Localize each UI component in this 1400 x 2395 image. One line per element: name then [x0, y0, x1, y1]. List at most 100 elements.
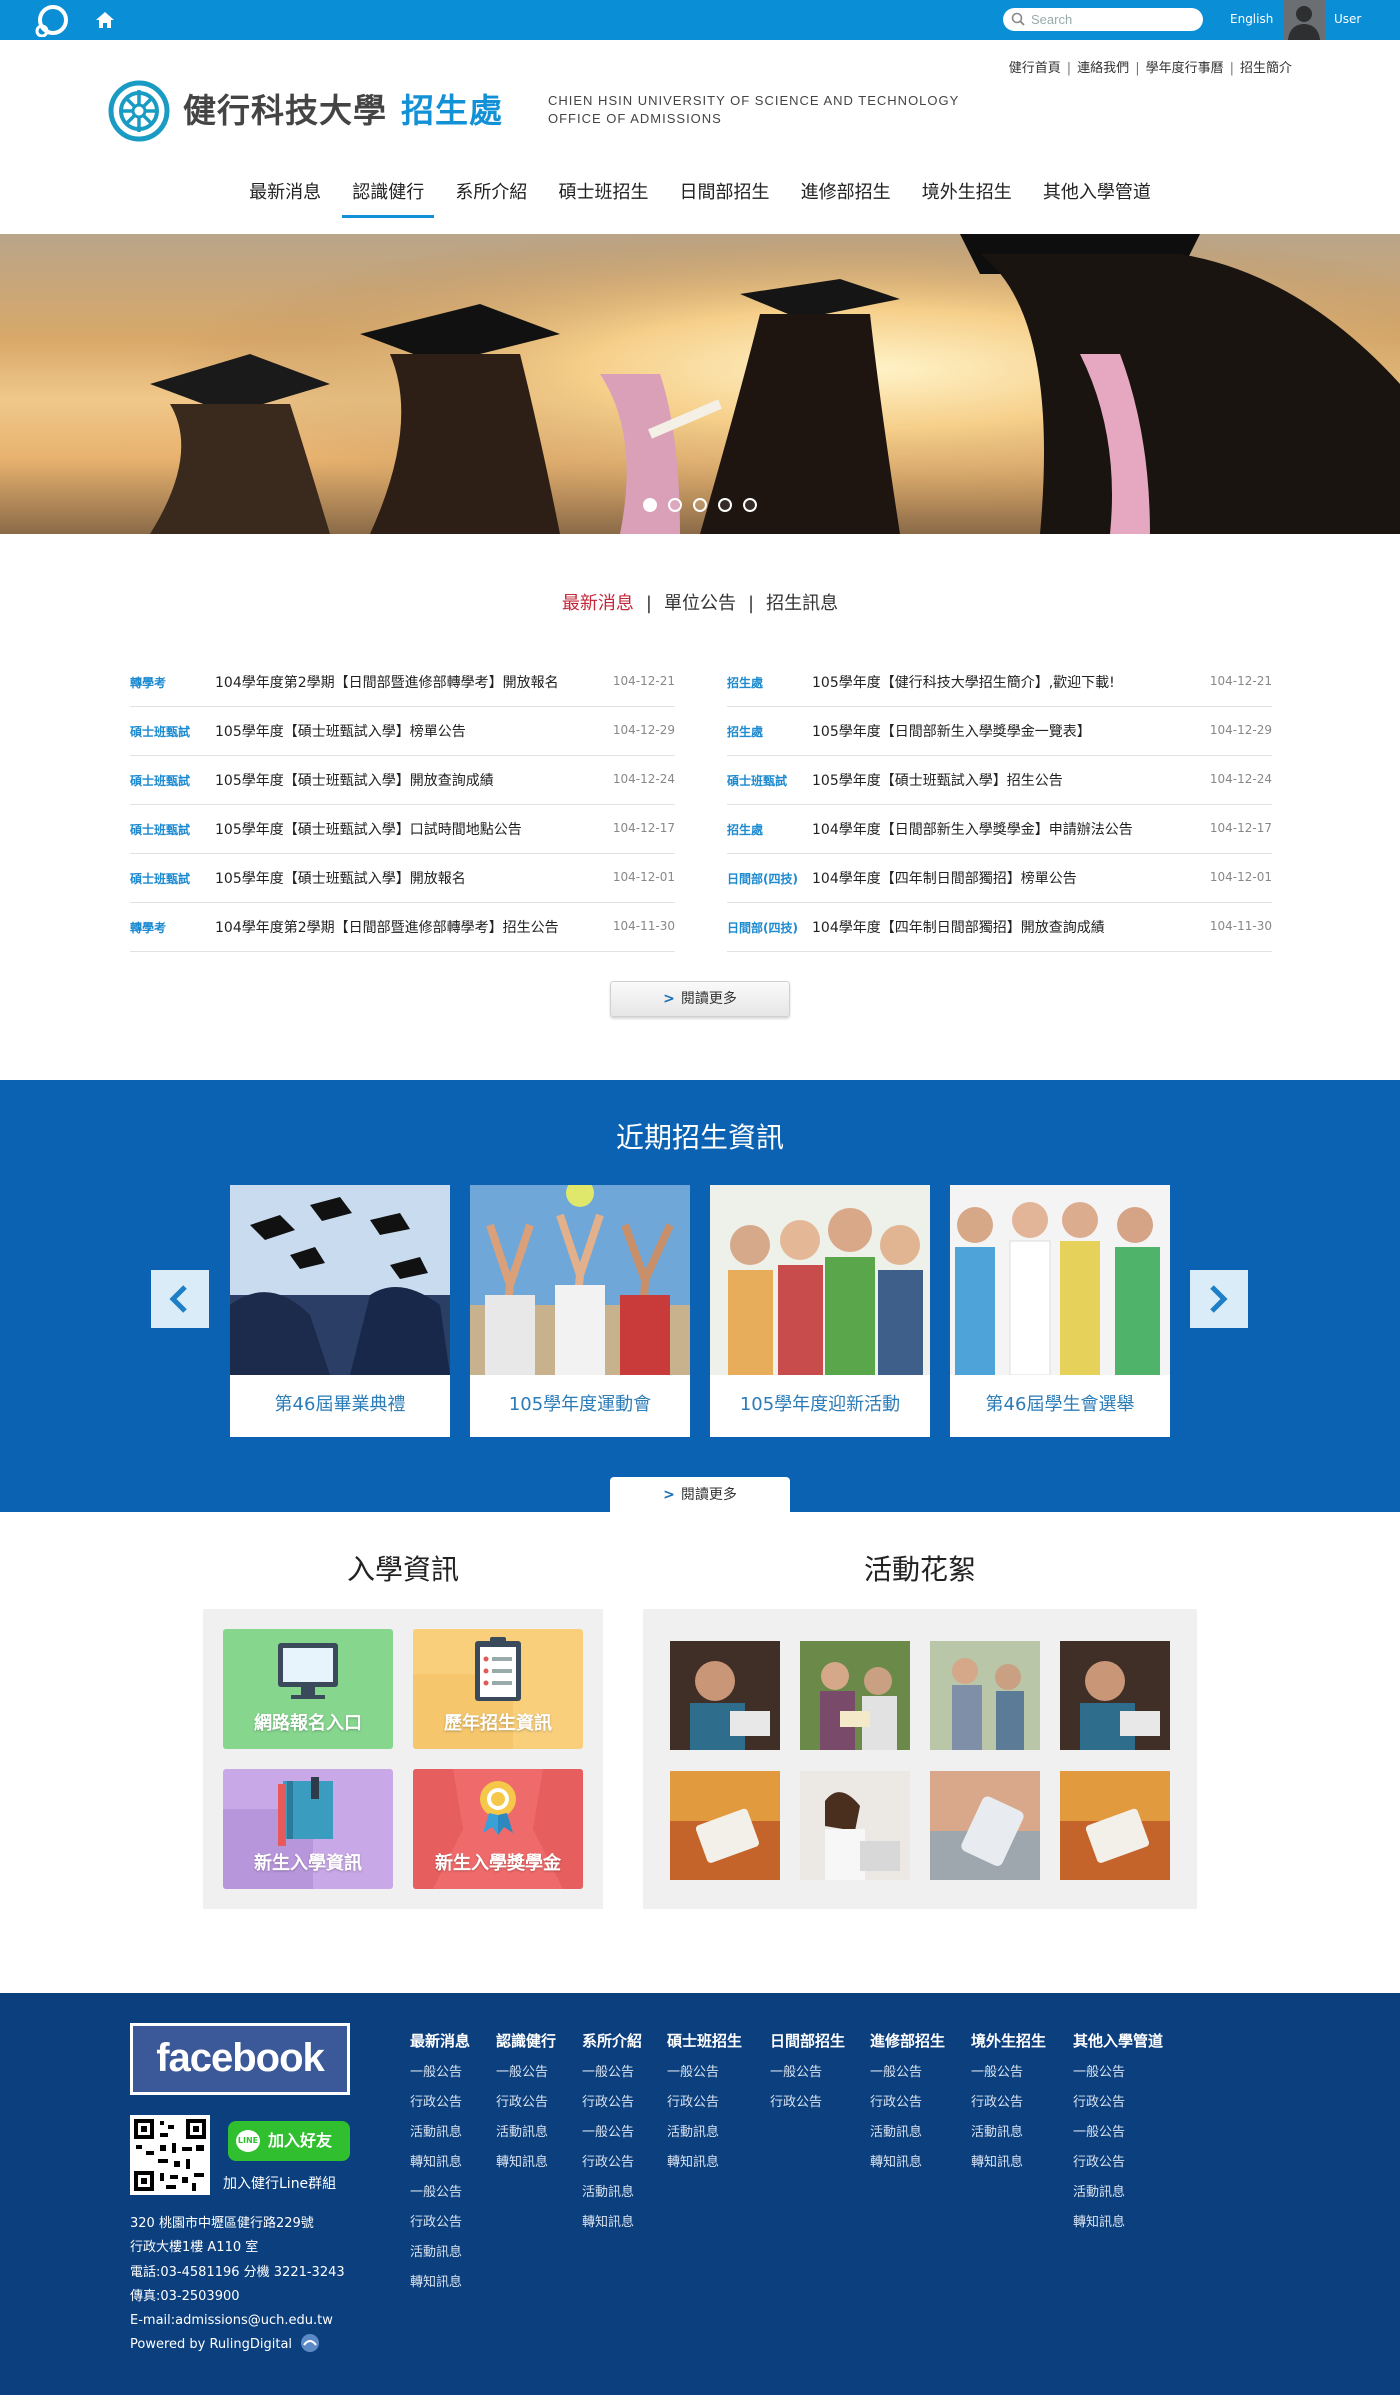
slider-dot[interactable] [668, 498, 682, 512]
news-category[interactable]: 日間部(四技) [727, 870, 798, 887]
footer-col-heading[interactable]: 最新消息 [410, 2030, 470, 2051]
news-item[interactable]: 招生處 105學年度【健行科技大學招生簡介】,歡迎下載! 104-12-21 [727, 658, 1272, 707]
footer-link[interactable]: 一般公告 [582, 2061, 642, 2091]
news-category[interactable]: 日間部(四技) [727, 919, 798, 936]
news-title[interactable]: 105學年度【碩士班甄試入學】招生公告 [812, 770, 1063, 790]
footer-link[interactable]: 活動訊息 [971, 2121, 1046, 2151]
footer-link[interactable]: 轉知訊息 [582, 2211, 642, 2241]
footer-link[interactable]: 一般公告 [1073, 2061, 1163, 2091]
slider-dot[interactable] [693, 498, 707, 512]
gallery-thumbnail[interactable] [1060, 1771, 1170, 1880]
facebook-link[interactable]: facebook [130, 2023, 350, 2095]
utility-link-brochure[interactable]: 招生簡介 [1240, 61, 1292, 76]
tab-latest-news[interactable]: 最新消息 [562, 593, 634, 614]
footer-col-heading[interactable]: 認識健行 [496, 2030, 556, 2051]
footer-link[interactable]: 一般公告 [870, 2061, 945, 2091]
footer-link[interactable]: 一般公告 [1073, 2121, 1163, 2151]
online-registration-tile[interactable]: 網路報名入口 [223, 1629, 393, 1749]
footer-link[interactable]: 行政公告 [1073, 2091, 1163, 2121]
footer-link[interactable]: 行政公告 [582, 2151, 642, 2181]
nav-master-admissions[interactable]: 碩士班招生 [558, 178, 648, 218]
footer-link[interactable]: 一般公告 [410, 2181, 470, 2211]
footer-link[interactable]: 一般公告 [496, 2061, 556, 2091]
scholarship-tile[interactable]: 新生入學獎學金 [413, 1769, 583, 1889]
footer-link[interactable]: 行政公告 [667, 2091, 742, 2121]
footer-link[interactable]: 一般公告 [770, 2061, 845, 2091]
news-item[interactable]: 碩士班甄試 105學年度【碩士班甄試入學】口試時間地點公告 104-12-17 [130, 805, 675, 854]
gallery-thumbnail[interactable] [670, 1641, 780, 1750]
footer-link[interactable]: 活動訊息 [667, 2121, 742, 2151]
news-category[interactable]: 碩士班甄試 [130, 772, 190, 789]
news-title[interactable]: 104學年度【四年制日間部獨招】榜單公告 [812, 868, 1077, 888]
nav-about[interactable]: 認識健行 [342, 178, 435, 218]
slider-dot[interactable] [718, 498, 732, 512]
gallery-thumbnail[interactable] [930, 1771, 1040, 1880]
slider-dot[interactable] [643, 498, 657, 512]
news-item[interactable]: 碩士班甄試 105學年度【碩士班甄試入學】開放報名 104-12-01 [130, 854, 675, 903]
carousel-next-button[interactable] [1190, 1270, 1248, 1328]
utility-link-contact[interactable]: 連絡我們 [1077, 61, 1129, 76]
news-item[interactable]: 轉學考 104學年度第2學期【日間部暨進修部轉學考】開放報名 104-12-21 [130, 658, 675, 707]
footer-link[interactable]: 行政公告 [582, 2091, 642, 2121]
carousel-prev-button[interactable] [151, 1270, 209, 1328]
user-link[interactable]: User [1334, 12, 1361, 26]
news-title[interactable]: 105學年度【碩士班甄試入學】榜單公告 [215, 721, 466, 741]
news-category[interactable]: 招生處 [727, 723, 763, 740]
home-icon[interactable] [95, 11, 115, 29]
footer-link[interactable]: 一般公告 [582, 2121, 642, 2151]
gallery-thumbnail[interactable] [800, 1771, 910, 1880]
news-category[interactable]: 碩士班甄試 [130, 870, 190, 887]
footer-link[interactable]: 一般公告 [667, 2061, 742, 2091]
nav-day-admissions[interactable]: 日間部招生 [680, 178, 770, 218]
footer-link[interactable]: 一般公告 [410, 2061, 470, 2091]
footer-link[interactable]: 轉知訊息 [496, 2151, 556, 2181]
footer-link[interactable]: 行政公告 [971, 2091, 1046, 2121]
line-add-friend-button[interactable]: LINE 加入好友 [228, 2121, 350, 2161]
recent-card[interactable]: 第46屆學生會選舉 [950, 1185, 1170, 1437]
news-title[interactable]: 105學年度【日間部新生入學獎學金一覽表】 [812, 721, 1091, 741]
footer-col-heading[interactable]: 碩士班招生 [667, 2030, 742, 2051]
news-item[interactable]: 碩士班甄試 105學年度【碩士班甄試入學】招生公告 104-12-24 [727, 756, 1272, 805]
news-item[interactable]: 碩士班甄試 105學年度【碩士班甄試入學】開放查詢成績 104-12-24 [130, 756, 675, 805]
footer-link[interactable]: 活動訊息 [1073, 2181, 1163, 2211]
footer-col-heading[interactable]: 境外生招生 [971, 2030, 1046, 2051]
footer-link[interactable]: 行政公告 [870, 2091, 945, 2121]
gallery-thumbnail[interactable] [930, 1641, 1040, 1750]
footer-link[interactable]: 行政公告 [410, 2211, 470, 2241]
gallery-thumbnail[interactable] [800, 1641, 910, 1750]
nav-international-admissions[interactable]: 境外生招生 [922, 178, 1012, 218]
news-title[interactable]: 104學年度【日間部新生入學獎學金】申請辦法公告 [812, 819, 1133, 839]
footer-link[interactable]: 一般公告 [971, 2061, 1046, 2091]
email-line[interactable]: E-mail:admissions@uch.edu.tw [130, 2309, 345, 2333]
footer-link[interactable]: 轉知訊息 [667, 2151, 742, 2181]
news-title[interactable]: 104學年度第2學期【日間部暨進修部轉學考】開放報名 [215, 672, 559, 692]
news-category[interactable]: 轉學考 [130, 919, 166, 936]
footer-link[interactable]: 轉知訊息 [971, 2151, 1046, 2181]
news-title[interactable]: 105學年度【健行科技大學招生簡介】,歡迎下載! [812, 672, 1115, 692]
powered-by[interactable]: Powered by RulingDigital [130, 2333, 345, 2357]
news-item[interactable]: 招生處 104學年度【日間部新生入學獎學金】申請辦法公告 104-12-17 [727, 805, 1272, 854]
news-category[interactable]: 碩士班甄試 [130, 821, 190, 838]
footer-link[interactable]: 行政公告 [410, 2091, 470, 2121]
footer-link[interactable]: 活動訊息 [582, 2181, 642, 2211]
footer-col-heading[interactable]: 進修部招生 [870, 2030, 945, 2051]
footer-link[interactable]: 轉知訊息 [870, 2151, 945, 2181]
footer-link[interactable]: 轉知訊息 [410, 2271, 470, 2301]
recent-card[interactable]: 第46屆畢業典禮 [230, 1185, 450, 1437]
recent-card[interactable]: 105學年度迎新活動 [710, 1185, 930, 1437]
news-item[interactable]: 轉學考 104學年度第2學期【日間部暨進修部轉學考】招生公告 104-11-30 [130, 903, 675, 952]
footer-link[interactable]: 轉知訊息 [410, 2151, 470, 2181]
nav-other-channels[interactable]: 其他入學管道 [1043, 178, 1151, 218]
utility-link-home[interactable]: 健行首頁 [1009, 61, 1061, 76]
gallery-thumbnail[interactable] [670, 1771, 780, 1880]
footer-link[interactable]: 活動訊息 [496, 2121, 556, 2151]
news-item[interactable]: 日間部(四技) 104學年度【四年制日間部獨招】開放查詢成績 104-11-30 [727, 903, 1272, 952]
gallery-thumbnail[interactable] [1060, 1641, 1170, 1750]
news-category[interactable]: 招生處 [727, 674, 763, 691]
news-category[interactable]: 碩士班甄試 [727, 772, 787, 789]
search-box[interactable] [1003, 8, 1203, 31]
news-category[interactable]: 招生處 [727, 821, 763, 838]
nav-latest-news[interactable]: 最新消息 [249, 178, 321, 218]
new-student-info-tile[interactable]: 新生入學資訊 [223, 1769, 393, 1889]
avatar[interactable] [1283, 0, 1325, 40]
